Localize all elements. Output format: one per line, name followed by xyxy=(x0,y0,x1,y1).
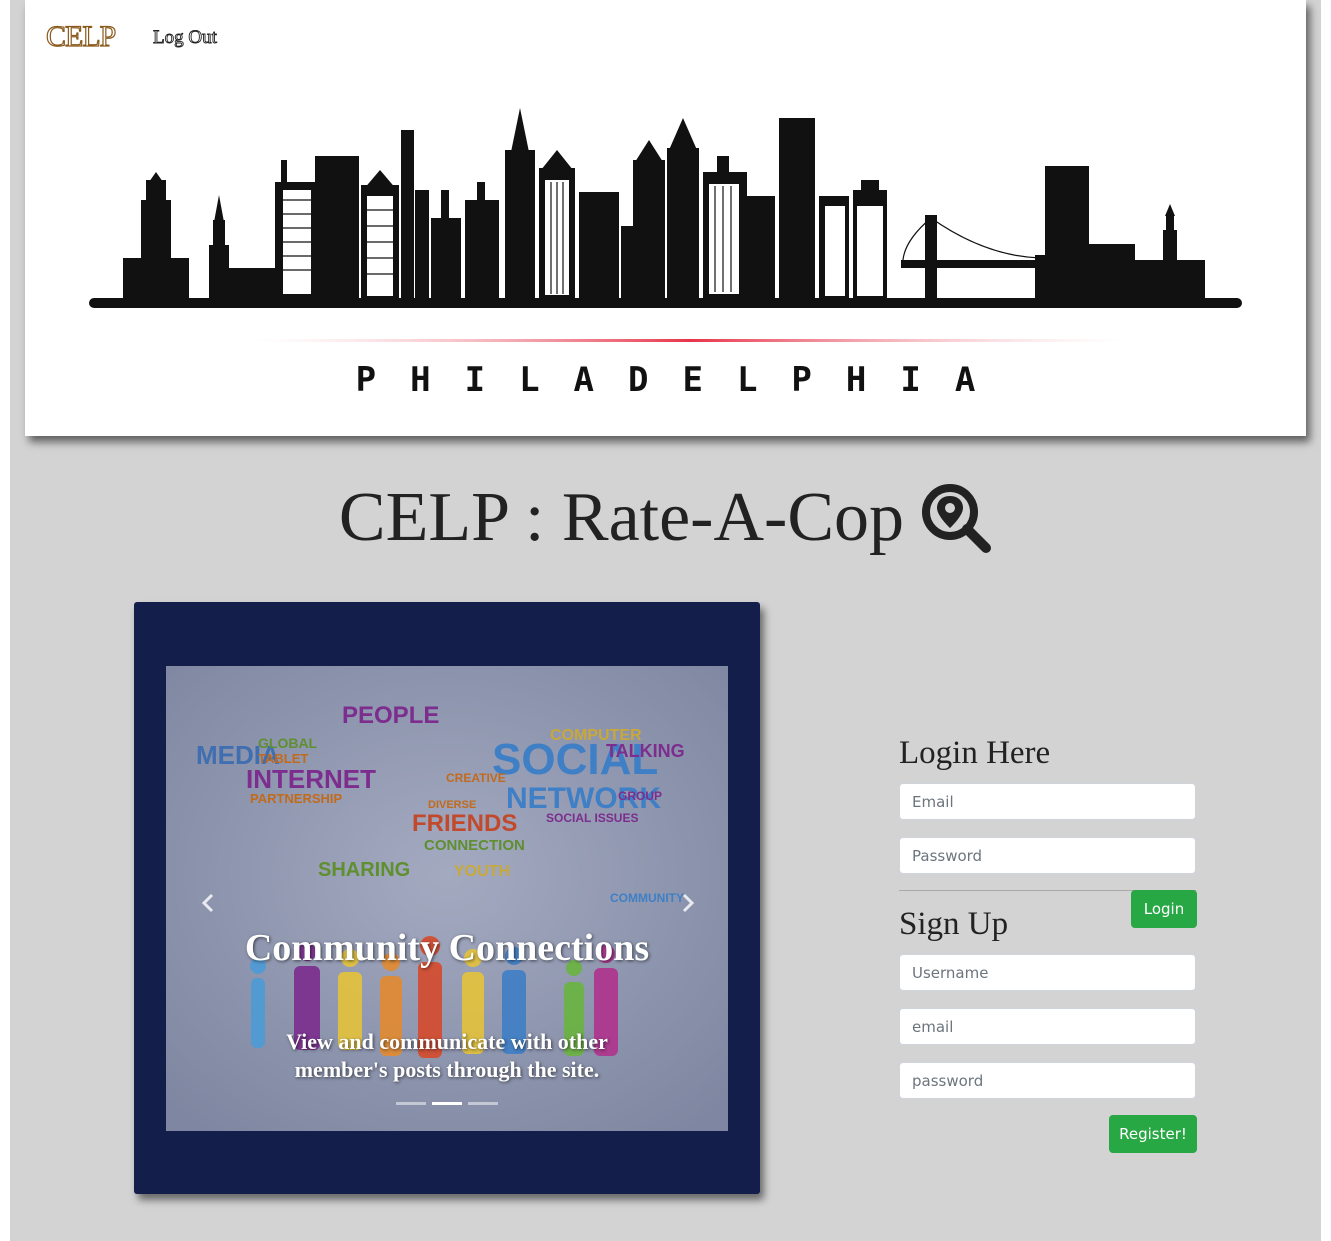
search-location-icon xyxy=(922,483,992,553)
page-title: CELP : Rate-A-Cop xyxy=(0,472,1331,558)
signup-email-field[interactable] xyxy=(899,1008,1196,1045)
carousel-card: PEOPLE MEDIA GLOBAL TABLET INTERNET PART… xyxy=(134,602,760,1194)
login-password-field[interactable] xyxy=(899,837,1196,874)
register-button[interactable]: Register! xyxy=(1109,1115,1197,1153)
carousel-indicator-active[interactable] xyxy=(432,1102,462,1105)
login-email-field[interactable] xyxy=(899,783,1196,820)
carousel-next-control[interactable] xyxy=(672,888,702,918)
slide-caption-text: View and communicate with other member's… xyxy=(286,1029,608,1082)
logout-link[interactable]: Log Out xyxy=(153,27,218,49)
slide-caption-title: Community Connections xyxy=(244,927,650,969)
signup-heading: Sign Up xyxy=(899,906,1009,942)
navbar-brand-link[interactable]: CELP xyxy=(45,19,117,54)
login-heading: Login Here xyxy=(899,735,1051,771)
page-title-text: CELP : Rate-A-Cop xyxy=(338,478,905,556)
carousel-indicators xyxy=(166,1102,728,1105)
carousel-prev-control[interactable] xyxy=(194,888,224,918)
carousel-indicator[interactable] xyxy=(468,1102,498,1105)
signup-username-field[interactable] xyxy=(899,954,1196,991)
login-button[interactable]: Login xyxy=(1131,890,1197,928)
hero-city-name: PHILADELPHIA xyxy=(355,360,1010,400)
signup-password-field[interactable] xyxy=(899,1062,1196,1099)
carousel-indicator[interactable] xyxy=(396,1102,426,1105)
hero-banner: PHILADELPHIA xyxy=(25,0,1306,436)
